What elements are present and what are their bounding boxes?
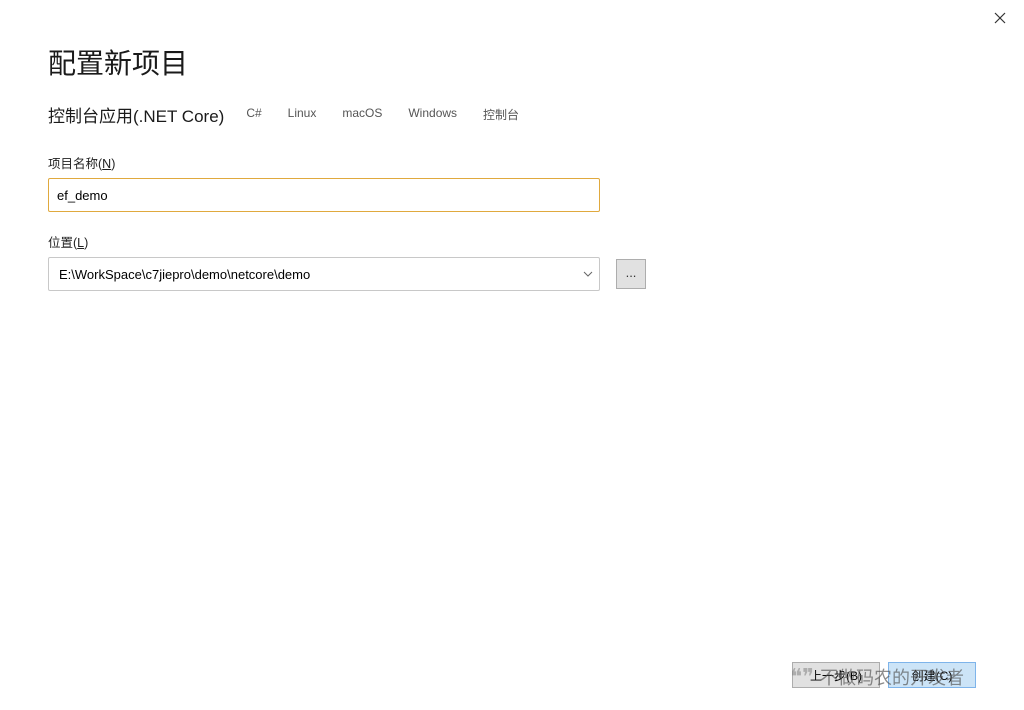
- tag-csharp: C#: [242, 105, 265, 124]
- subtitle-row: 控制台应用(.NET Core) C# Linux macOS Windows …: [48, 102, 976, 127]
- close-icon: [994, 12, 1006, 24]
- location-dropdown[interactable]: E:\WorkSpace\c7jiepro\demo\netcore\demo: [48, 257, 600, 291]
- page-title: 配置新项目: [48, 42, 976, 82]
- create-button[interactable]: 创建(C): [888, 662, 976, 688]
- location-field: 位置(L) E:\WorkSpace\c7jiepro\demo\netcore…: [48, 232, 976, 291]
- project-name-label: 项目名称(N): [48, 153, 976, 172]
- location-row: E:\WorkSpace\c7jiepro\demo\netcore\demo …: [48, 257, 976, 291]
- chevron-down-icon: [583, 271, 593, 277]
- project-name-input[interactable]: ef_demo: [48, 178, 600, 212]
- location-value: E:\WorkSpace\c7jiepro\demo\netcore\demo: [59, 267, 310, 282]
- tag-macos: macOS: [338, 105, 386, 124]
- main-content: 配置新项目 控制台应用(.NET Core) C# Linux macOS Wi…: [0, 0, 1024, 291]
- browse-button[interactable]: ...: [616, 259, 646, 289]
- location-label: 位置(L): [48, 232, 976, 251]
- tag-list: C# Linux macOS Windows 控制台: [242, 105, 523, 124]
- close-button[interactable]: [990, 8, 1010, 28]
- tag-linux: Linux: [284, 105, 321, 124]
- project-name-value: ef_demo: [57, 188, 108, 203]
- footer-actions: 上一步(B) 创建(C): [792, 640, 976, 710]
- tag-console: 控制台: [479, 105, 523, 124]
- project-name-field: 项目名称(N) ef_demo: [48, 153, 976, 212]
- tag-windows: Windows: [404, 105, 461, 124]
- back-button[interactable]: 上一步(B): [792, 662, 880, 688]
- project-type-label: 控制台应用(.NET Core): [48, 102, 224, 127]
